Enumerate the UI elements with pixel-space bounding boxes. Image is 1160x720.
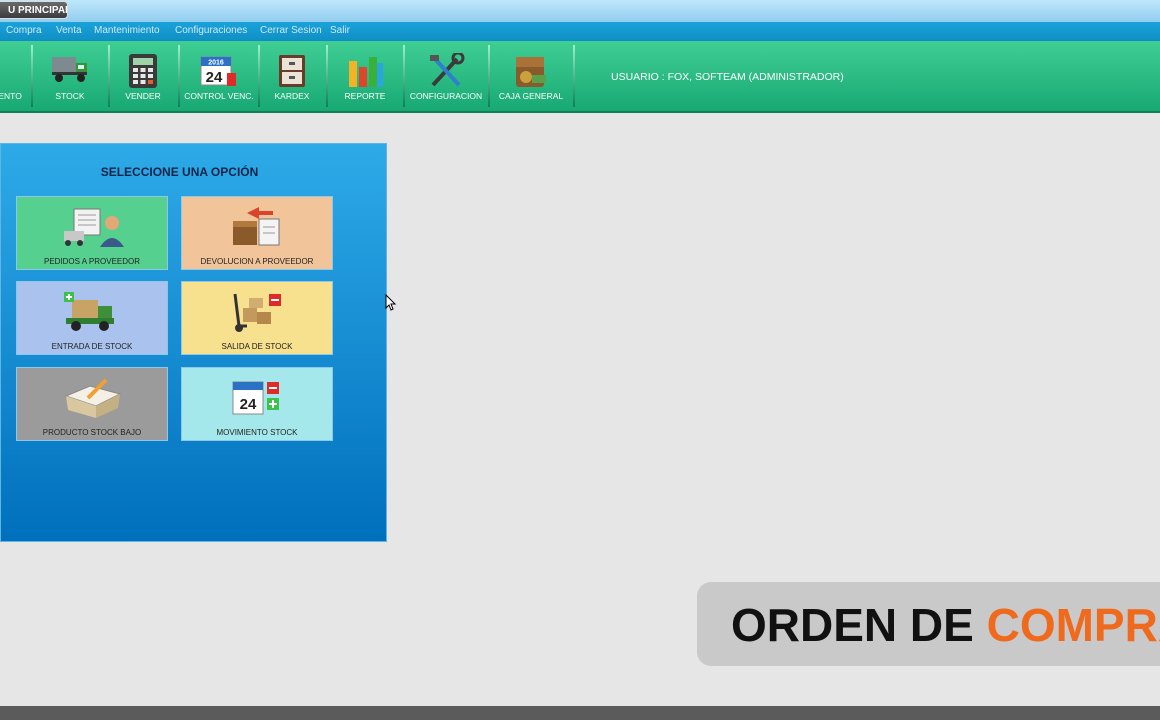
calendar-day: 24: [206, 69, 223, 86]
menu-item-configuraciones[interactable]: Configuraciones: [175, 25, 247, 36]
stock-in-truck-icon: [64, 292, 114, 331]
stock-movement-calendar-icon: 24: [232, 381, 279, 415]
calendar-icon: 2016 24: [200, 56, 236, 86]
tile-devolucion-a-proveedor[interactable]: DEVOLUCION A PROVEEDOR: [181, 196, 333, 270]
stock-out-cart-icon: [233, 293, 281, 332]
calculator-icon: [129, 54, 157, 88]
calendar-day: 24: [240, 396, 257, 413]
toolbar-button-kardex[interactable]: KARDEX: [262, 41, 322, 111]
supplier-order-icon: [64, 208, 124, 247]
cabinet-icon: [279, 55, 305, 87]
low-stock-box-icon: [64, 378, 122, 418]
menu-item-mantenimiento[interactable]: Mantenimiento: [94, 25, 160, 36]
tools-icon: [430, 53, 465, 87]
tile-label: PRODUCTO STOCK BAJO: [42, 428, 142, 437]
toolbar-separator: [573, 45, 575, 107]
toolbar-button-stock[interactable]: STOCK: [35, 41, 105, 111]
toolbar-button-reporte[interactable]: REPORTE: [330, 41, 400, 111]
toolbar-separator: [178, 45, 180, 107]
toolbar-separator: [258, 45, 260, 107]
banner-text-part1: ORDEN DE: [731, 599, 987, 651]
banner-text-part2: COMPRA: [986, 599, 1160, 651]
bar-chart-icon: [349, 57, 383, 87]
toolbar-label: IENTO: [0, 91, 22, 101]
toolbar-label: REPORTE: [344, 91, 386, 101]
tile-movimiento-stock[interactable]: 24 MOVIMIENTO STOCK: [181, 367, 333, 441]
toolbar-label: KARDEX: [274, 91, 310, 101]
toolbar-label: STOCK: [55, 91, 85, 101]
toolbar-button-vender[interactable]: VENDER: [111, 41, 175, 111]
tile-producto-stock-bajo[interactable]: PRODUCTO STOCK BAJO: [16, 367, 168, 441]
panel-title: SELECCIONE UNA OPCIÓN: [100, 165, 259, 179]
tile-label: PEDIDOS A PROVEEDOR: [43, 257, 141, 266]
options-panel: SELECCIONE UNA OPCIÓN PEDIDOS A PROVEEDO…: [0, 143, 387, 542]
tile-label: MOVIMIENTO STOCK: [216, 428, 298, 437]
calendar-year: 2016: [208, 60, 224, 67]
tile-entrada-de-stock[interactable]: ENTRADA DE STOCK: [16, 281, 168, 355]
toolbar-button-control-venc[interactable]: 2016 24 CONTROL VENC.: [181, 41, 257, 111]
toolbar-label: VENDER: [125, 91, 161, 101]
bottom-strip: [0, 706, 1160, 720]
tile-label: SALIDA DE STOCK: [221, 342, 293, 351]
menu-bar: Compra Venta Mantenimiento Configuracion…: [0, 22, 1160, 41]
overlay-banner: ORDEN DE COMPRA: [697, 582, 1160, 666]
cash-box-icon: [516, 57, 546, 87]
toolbar-separator: [488, 45, 490, 107]
toolbar-button-configuracion[interactable]: CONFIGURACION: [406, 41, 486, 111]
mouse-cursor-icon: [385, 294, 397, 311]
tile-label: ENTRADA DE STOCK: [51, 342, 133, 351]
toolbar-separator: [31, 45, 33, 107]
banner-text: ORDEN DE COMPRA: [731, 598, 1160, 652]
toolbar-label: CONFIGURACION: [409, 91, 483, 101]
toolbar-separator: [326, 45, 328, 107]
main-toolbar: IENTO STOCK VENDER 2016: [0, 41, 1160, 113]
menu-item-cerrar-sesion[interactable]: Cerrar Sesion: [260, 25, 322, 36]
toolbar-label: CONTROL VENC.: [184, 91, 254, 101]
tile-label: DEVOLUCION A PROVEEDOR: [200, 257, 314, 266]
menu-item-venta[interactable]: Venta: [56, 25, 82, 36]
tile-salida-de-stock[interactable]: SALIDA DE STOCK: [181, 281, 333, 355]
toolbar-separator: [403, 45, 405, 107]
toolbar-button-movimiento[interactable]: IENTO: [0, 41, 30, 111]
truck-icon: [52, 57, 87, 82]
toolbar-button-caja-general[interactable]: CAJA GENERAL: [491, 41, 571, 111]
toolbar-label: CAJA GENERAL: [498, 91, 564, 101]
return-box-icon: [233, 207, 280, 246]
menu-item-compra[interactable]: Compra: [6, 25, 42, 36]
toolbar-separator: [108, 45, 110, 107]
tile-pedidos-a-proveedor[interactable]: PEDIDOS A PROVEEDOR: [16, 196, 168, 270]
window-titlebar: U PRINCIPAL: [0, 0, 1160, 22]
user-label: USUARIO : FOX, SOFTEAM (ADMINISTRADOR): [611, 71, 844, 83]
window-title: U PRINCIPAL: [0, 1, 68, 19]
menu-item-salir[interactable]: Salir: [330, 25, 350, 36]
